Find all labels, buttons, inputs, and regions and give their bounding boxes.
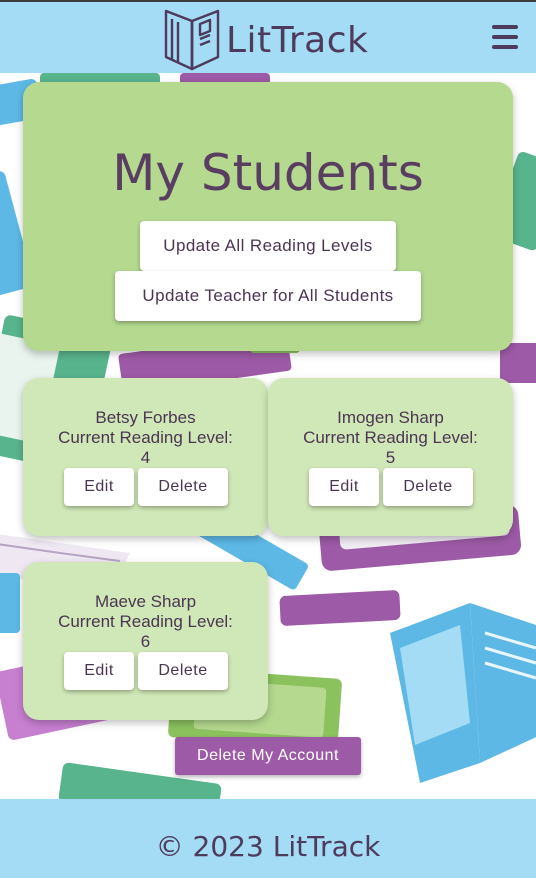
app-footer: © 2023 LitTrack [0,799,536,878]
edit-student-button[interactable]: Edit [64,468,134,506]
footer-copyright: © 2023 LitTrack [155,830,381,863]
app-header: LitTrack [0,0,536,73]
edit-student-button[interactable]: Edit [64,652,134,690]
update-all-reading-levels-button[interactable]: Update All Reading Levels [140,221,396,271]
edit-student-button[interactable]: Edit [309,468,379,506]
student-name: Betsy Forbes [95,408,196,427]
student-name: Maeve Sharp [94,592,197,611]
reading-level-label: Current Reading Level: [58,428,233,447]
student-card: Imogen Sharp Current Reading Level: 5 Ed… [268,378,513,536]
reading-level-label: Current Reading Level: [58,612,233,631]
reading-level-value: 4 [140,448,151,467]
reading-level-value: 6 [140,632,151,651]
student-card: Betsy Forbes Current Reading Level: 4 Ed… [23,378,268,536]
my-students-panel: My Students Update All Reading Levels Up… [23,82,513,351]
reading-level-value: 5 [385,448,396,467]
hamburger-menu-icon[interactable] [490,22,520,52]
update-teacher-all-students-button[interactable]: Update Teacher for All Students [115,271,421,321]
delete-student-button[interactable]: Delete [138,468,228,506]
reading-level-label: Current Reading Level: [303,428,478,447]
logo-text: LitTrack [226,19,369,61]
delete-student-button[interactable]: Delete [383,468,473,506]
open-book-icon [164,9,220,71]
student-card: Maeve Sharp Current Reading Level: 6 Edi… [23,562,268,720]
logo[interactable]: LitTrack [160,9,369,71]
student-name: Imogen Sharp [337,408,444,427]
delete-student-button[interactable]: Delete [138,652,228,690]
delete-my-account-button[interactable]: Delete My Account [175,737,361,775]
page-title: My Students [112,144,424,202]
